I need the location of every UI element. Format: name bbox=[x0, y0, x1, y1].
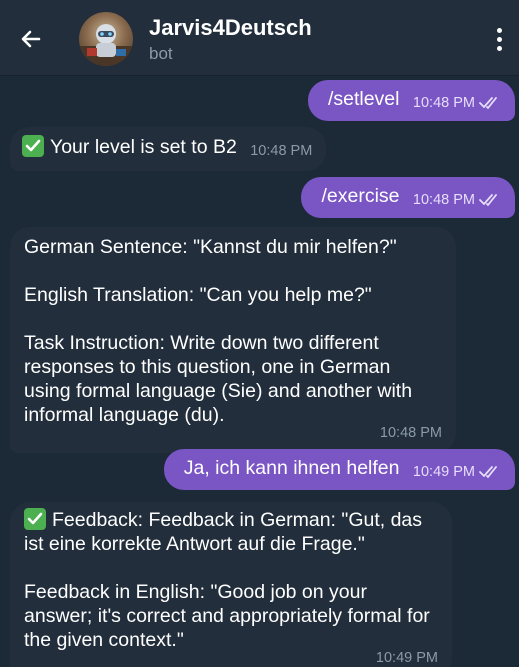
double-check-icon bbox=[479, 194, 497, 206]
double-check-icon bbox=[479, 466, 497, 478]
robot-avatar-icon bbox=[79, 24, 133, 66]
message-time: 10:49 PM bbox=[412, 464, 475, 480]
double-check-icon bbox=[479, 97, 497, 109]
message-time: 10:49 PM bbox=[375, 650, 438, 666]
message-outgoing[interactable]: /exercise 10:48 PM bbox=[301, 177, 515, 218]
more-vertical-icon bbox=[496, 27, 502, 33]
message-text: Ja, ich kann ihnen helfen bbox=[183, 457, 400, 479]
bot-avatar[interactable] bbox=[79, 12, 133, 66]
back-arrow-icon bbox=[21, 30, 41, 48]
message-paragraph: English Translation: "Can you help me?" bbox=[24, 284, 372, 306]
message-time: 10:48 PM bbox=[412, 192, 475, 208]
check-mark-emoji-icon bbox=[24, 508, 46, 530]
message-paragraph: Feedback in English: "Good job on your a… bbox=[24, 581, 430, 651]
message-paragraph: German Sentence: "Kannst du mir helfen?" bbox=[24, 236, 397, 258]
message-time: 10:48 PM bbox=[379, 425, 442, 441]
back-button[interactable] bbox=[16, 24, 46, 54]
chat-title: Jarvis4Deutsch bbox=[149, 15, 312, 40]
message-incoming[interactable]: Feedback: Feedback in German: "Gut, das … bbox=[10, 502, 452, 667]
message-outgoing[interactable]: Ja, ich kann ihnen helfen 10:49 PM bbox=[163, 449, 515, 490]
more-options-button[interactable] bbox=[489, 24, 509, 54]
message-incoming[interactable]: German Sentence: "Kannst du mir helfen?"… bbox=[10, 227, 456, 453]
message-paragraph: Task Instruction: Write down two differe… bbox=[24, 332, 413, 426]
message-outgoing[interactable]: /setlevel 10:48 PM bbox=[307, 80, 515, 121]
message-text: /setlevel bbox=[327, 88, 400, 110]
message-list[interactable]: /setlevel 10:48 PM Your level is set to … bbox=[0, 76, 519, 667]
message-incoming[interactable]: Your level is set to B2 10:48 PM bbox=[10, 127, 327, 171]
message-text: Your level is set to B2 bbox=[50, 136, 237, 158]
message-time: 10:48 PM bbox=[250, 143, 313, 159]
message-text: /exercise bbox=[321, 185, 400, 207]
chat-subtitle: bot bbox=[149, 44, 173, 63]
message-time: 10:48 PM bbox=[412, 95, 475, 111]
check-mark-emoji-icon bbox=[22, 135, 44, 157]
message-paragraph: Feedback: Feedback in German: "Gut, das … bbox=[24, 509, 423, 555]
chat-header: Jarvis4Deutsch bot bbox=[0, 0, 519, 76]
